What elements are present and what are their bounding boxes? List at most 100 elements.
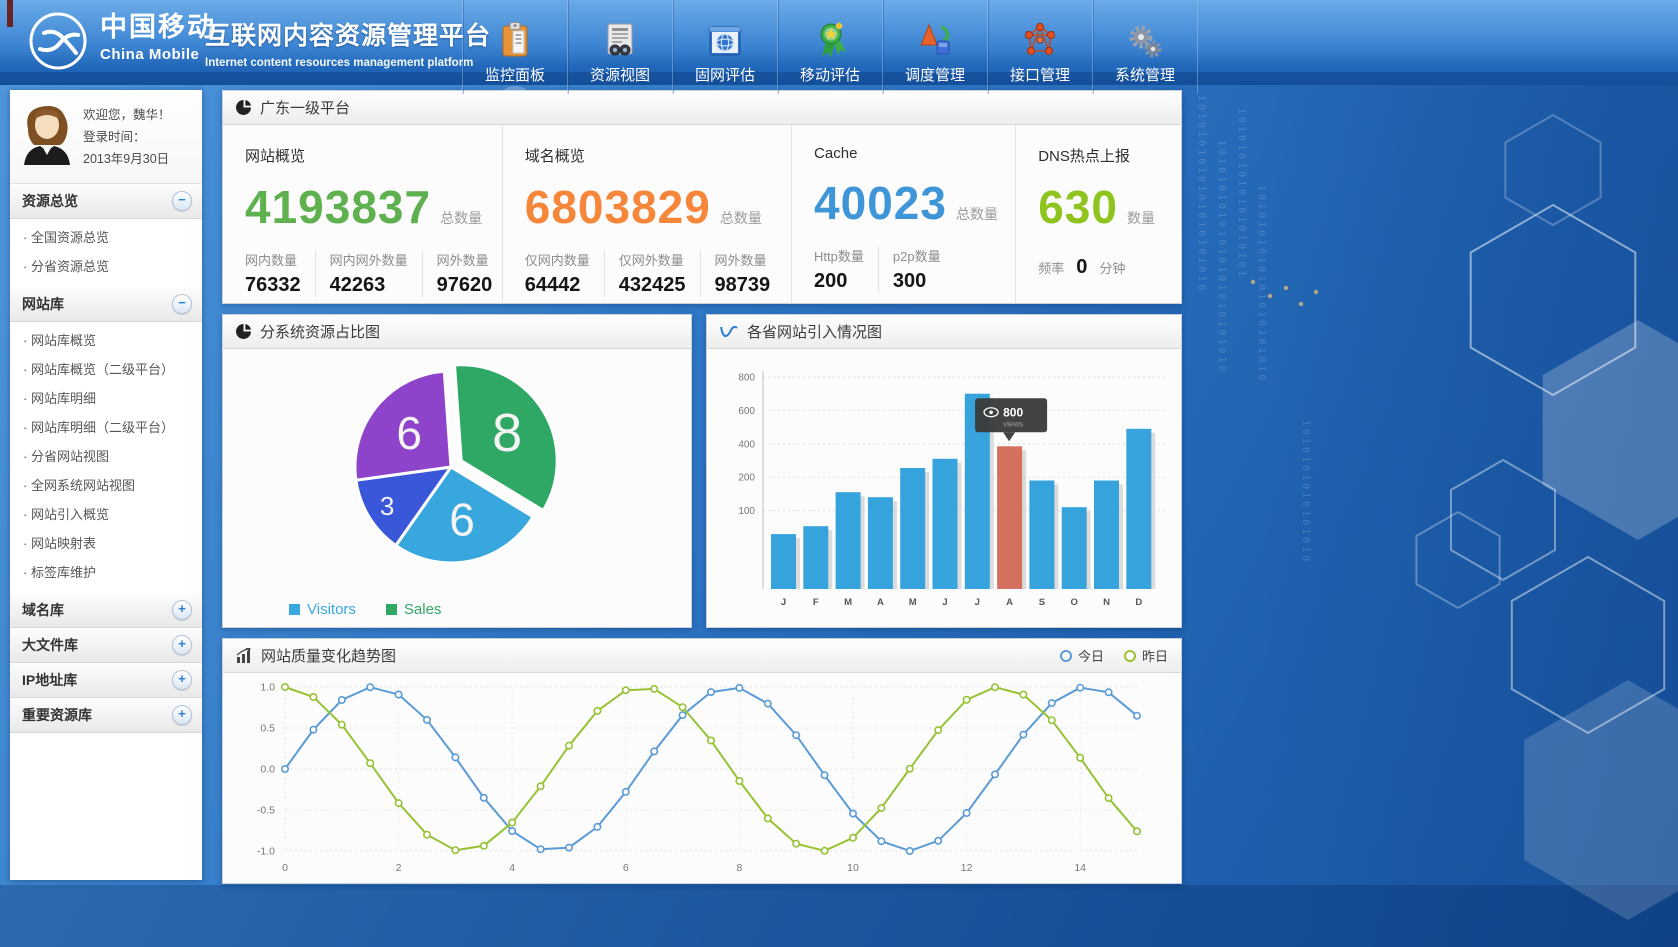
nav-item-7[interactable]: 系统管理 [1092, 0, 1198, 94]
pie-legend-item[interactable]: Sales [386, 601, 442, 618]
sidebar-item[interactable]: · 网站映射表 [10, 528, 202, 557]
data-point[interactable] [963, 697, 969, 703]
data-point[interactable] [963, 810, 969, 816]
sidebar-item[interactable]: · 网站库明细 [10, 383, 202, 412]
data-point[interactable] [793, 841, 799, 847]
bar[interactable] [1094, 481, 1119, 590]
data-point[interactable] [395, 691, 401, 697]
data-point[interactable] [509, 828, 515, 834]
pie-chart[interactable]: 8636 [223, 349, 689, 589]
data-point[interactable] [708, 689, 714, 695]
data-point[interactable] [935, 838, 941, 844]
data-point[interactable] [481, 795, 487, 801]
nav-item-4[interactable]: 移动评估 [777, 0, 882, 94]
data-point[interactable] [1049, 700, 1055, 706]
sidebar-item[interactable]: · 标签库维护 [10, 557, 202, 586]
data-point[interactable] [679, 712, 685, 718]
trend-legend-item[interactable]: 今日 [1060, 646, 1104, 665]
data-point[interactable] [623, 789, 629, 795]
data-point[interactable] [736, 685, 742, 691]
nav-item-6[interactable]: 接口管理 [987, 0, 1092, 94]
data-point[interactable] [537, 846, 543, 852]
data-point[interactable] [850, 835, 856, 841]
bar[interactable] [900, 468, 925, 589]
bar[interactable] [803, 526, 828, 589]
data-point[interactable] [452, 847, 458, 853]
data-point[interactable] [594, 824, 600, 830]
data-point[interactable] [310, 727, 316, 733]
trend-legend-item[interactable]: 昨日 [1124, 646, 1168, 665]
data-point[interactable] [1077, 755, 1083, 761]
expand-icon[interactable]: + [172, 705, 192, 725]
data-point[interactable] [481, 843, 487, 849]
data-point[interactable] [566, 743, 572, 749]
data-point[interactable] [1077, 685, 1083, 691]
data-point[interactable] [424, 717, 430, 723]
bar[interactable] [933, 459, 958, 589]
sidebar-item[interactable]: · 全网系统网站视图 [10, 470, 202, 499]
data-point[interactable] [282, 766, 288, 772]
sidebar-item[interactable]: · 全国资源总览 [10, 222, 202, 251]
data-point[interactable] [765, 700, 771, 706]
data-point[interactable] [850, 810, 856, 816]
data-point[interactable] [1134, 828, 1140, 834]
data-point[interactable] [509, 819, 515, 825]
data-point[interactable] [907, 766, 913, 772]
data-point[interactable] [623, 687, 629, 693]
line-chart[interactable]: 1.00.50.0-0.5-1.002468101214 [237, 673, 1167, 879]
data-point[interactable] [282, 684, 288, 690]
sidebar-group-5[interactable]: IP地址库+ [10, 663, 202, 698]
sidebar-item[interactable]: · 分省资源总览 [10, 251, 202, 280]
bar-chart[interactable]: 100200400600800JFMAMJJASOND800views [707, 349, 1179, 625]
data-point[interactable] [310, 694, 316, 700]
collapse-icon[interactable]: − [172, 191, 192, 211]
nav-item-3[interactable]: 固网评估 [672, 0, 777, 94]
sidebar-group-2[interactable]: 网站库− [10, 287, 202, 322]
bar[interactable] [1029, 481, 1054, 590]
data-point[interactable] [424, 832, 430, 838]
expand-icon[interactable]: + [172, 600, 192, 620]
data-point[interactable] [339, 722, 345, 728]
sidebar-item[interactable]: · 分省网站视图 [10, 441, 202, 470]
sidebar-item[interactable]: · 网站库概览 [10, 325, 202, 354]
data-point[interactable] [935, 727, 941, 733]
sidebar-group-1[interactable]: 资源总览− [10, 184, 202, 219]
sidebar-group-3[interactable]: 域名库+ [10, 593, 202, 628]
data-point[interactable] [765, 815, 771, 821]
expand-icon[interactable]: + [172, 670, 192, 690]
collapse-icon[interactable]: − [172, 294, 192, 314]
data-point[interactable] [992, 684, 998, 690]
data-point[interactable] [1105, 689, 1111, 695]
data-point[interactable] [1105, 795, 1111, 801]
bar[interactable] [868, 497, 893, 589]
bar[interactable] [836, 492, 861, 589]
data-point[interactable] [339, 697, 345, 703]
data-point[interactable] [821, 848, 827, 854]
sidebar-group-4[interactable]: 大文件库+ [10, 628, 202, 663]
data-point[interactable] [367, 760, 373, 766]
data-point[interactable] [1049, 717, 1055, 723]
data-point[interactable] [821, 772, 827, 778]
sidebar-group-6[interactable]: 重要资源库+ [10, 698, 202, 733]
pie-legend-item[interactable]: Visitors [289, 601, 356, 618]
data-point[interactable] [1020, 731, 1026, 737]
data-point[interactable] [736, 778, 742, 784]
sidebar-item[interactable]: · 网站库概览（二级平台） [10, 354, 202, 383]
data-point[interactable] [566, 844, 572, 850]
bar[interactable] [997, 446, 1022, 589]
data-point[interactable] [907, 848, 913, 854]
data-point[interactable] [992, 771, 998, 777]
bar[interactable] [771, 534, 796, 589]
data-point[interactable] [452, 754, 458, 760]
data-point[interactable] [651, 686, 657, 692]
data-point[interactable] [878, 838, 884, 844]
bar[interactable] [1062, 507, 1087, 589]
data-point[interactable] [679, 704, 685, 710]
data-point[interactable] [793, 732, 799, 738]
data-point[interactable] [1134, 713, 1140, 719]
data-point[interactable] [594, 708, 600, 714]
sidebar-item[interactable]: · 网站引入概览 [10, 499, 202, 528]
nav-item-2[interactable]: 资源视图 [567, 0, 672, 94]
data-point[interactable] [651, 748, 657, 754]
data-point[interactable] [537, 783, 543, 789]
